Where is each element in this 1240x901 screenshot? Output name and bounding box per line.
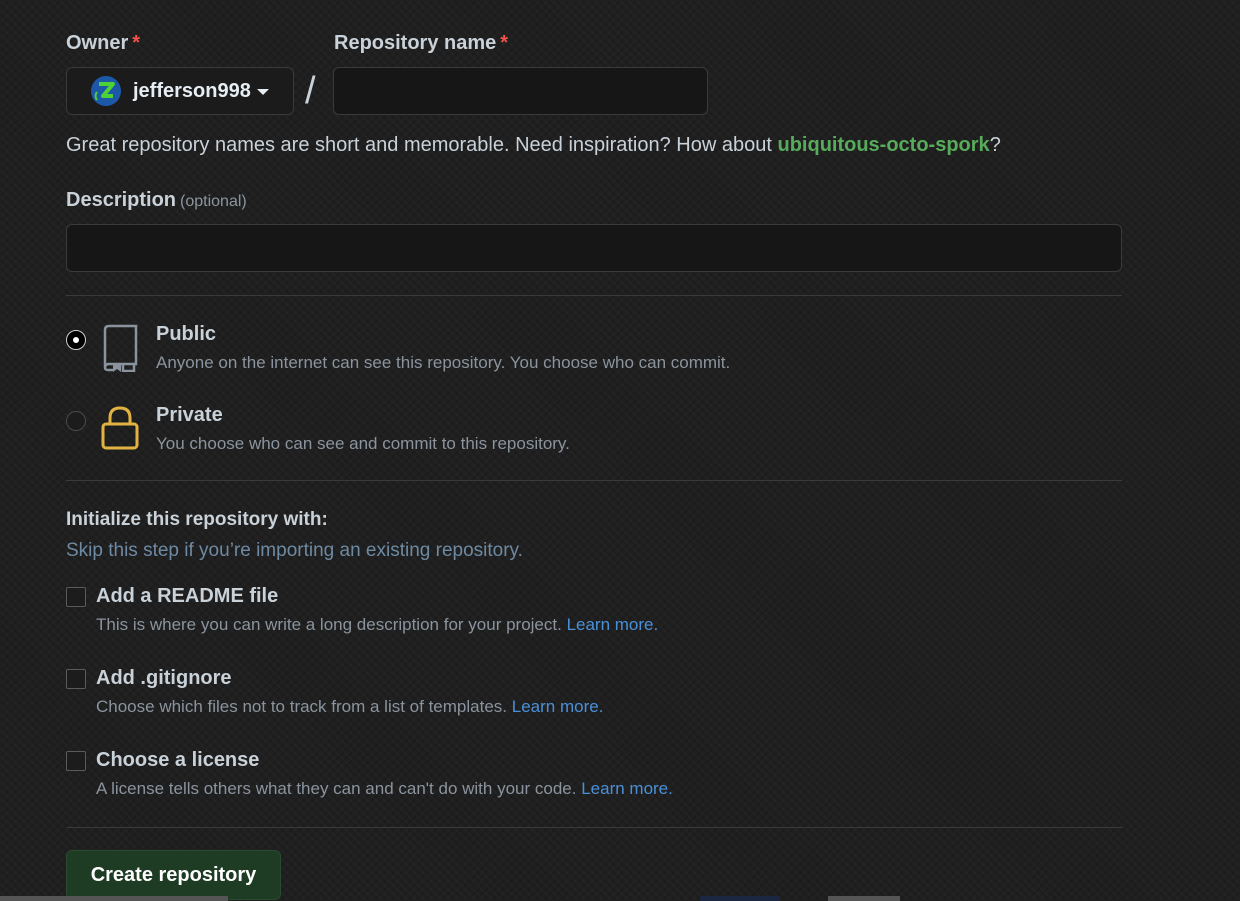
readme-checkbox[interactable] xyxy=(66,587,86,607)
license-description-text: A license tells others what they can and… xyxy=(96,779,577,798)
owner-name: jefferson998 xyxy=(133,79,251,102)
license-title: Choose a license xyxy=(96,749,260,771)
private-description: You choose who can see and commit to thi… xyxy=(156,434,570,453)
owner-required-mark: * xyxy=(132,32,141,54)
owner-label: Owner * xyxy=(66,32,140,55)
readme-learn-more-link[interactable]: Learn more. xyxy=(567,615,659,634)
readme-title: Add a README file xyxy=(96,585,279,607)
description-label-text: Description xyxy=(66,189,177,211)
chevron-down-icon xyxy=(256,89,269,95)
repo-name-suggestion-link[interactable]: ubiquitous-octo-spork xyxy=(777,134,989,156)
create-repository-button[interactable]: Create repository xyxy=(66,850,281,900)
init-section-subtitle: Skip this step if you’re importing an ex… xyxy=(66,540,523,561)
private-radio[interactable] xyxy=(66,411,86,431)
window-edge-bar xyxy=(700,896,780,901)
gitignore-description-text: Choose which files not to track from a l… xyxy=(96,697,508,716)
divider xyxy=(66,295,1122,296)
repo-name-hint: Great repository names are short and mem… xyxy=(66,134,1001,157)
owner-label-text: Owner xyxy=(66,32,129,54)
readme-description-text: This is where you can write a long descr… xyxy=(96,615,562,634)
gitignore-learn-more-link[interactable]: Learn more. xyxy=(512,697,604,716)
repo-name-required-mark: * xyxy=(500,32,509,54)
private-title: Private xyxy=(156,404,223,426)
avatar-icon xyxy=(91,76,121,106)
repo-name-input[interactable] xyxy=(333,67,708,115)
owner-repo-separator: / xyxy=(305,70,316,112)
license-checkbox[interactable] xyxy=(66,751,86,771)
description-label: Description (optional) xyxy=(66,189,247,212)
license-description: A license tells others what they can and… xyxy=(96,779,673,799)
repo-name-label: Repository name * xyxy=(334,32,508,55)
public-title: Public xyxy=(156,323,217,345)
repo-name-hint-prefix: Great repository names are short and mem… xyxy=(66,134,778,156)
public-radio[interactable] xyxy=(66,330,86,350)
gitignore-description: Choose which files not to track from a l… xyxy=(96,697,603,717)
lock-icon xyxy=(101,405,139,456)
repo-name-label-text: Repository name xyxy=(334,32,497,54)
radio-selected-dot xyxy=(73,337,79,343)
description-optional-text: (optional) xyxy=(180,193,247,210)
public-repo-icon xyxy=(101,324,139,377)
divider xyxy=(66,827,1122,828)
owner-select-button[interactable]: jefferson998 xyxy=(66,67,294,115)
gitignore-title: Add .gitignore xyxy=(96,667,232,689)
owner-avatar xyxy=(91,76,121,106)
divider xyxy=(66,480,1122,481)
init-section-title: Initialize this repository with: xyxy=(66,509,328,530)
description-input[interactable] xyxy=(66,224,1122,272)
window-edge-bar xyxy=(828,896,900,901)
window-edge-bar xyxy=(0,896,228,901)
public-description: Anyone on the internet can see this repo… xyxy=(156,353,731,372)
license-learn-more-link[interactable]: Learn more. xyxy=(581,779,673,798)
readme-description: This is where you can write a long descr… xyxy=(96,615,658,635)
repo-name-hint-suffix: ? xyxy=(989,134,1001,156)
gitignore-checkbox[interactable] xyxy=(66,669,86,689)
